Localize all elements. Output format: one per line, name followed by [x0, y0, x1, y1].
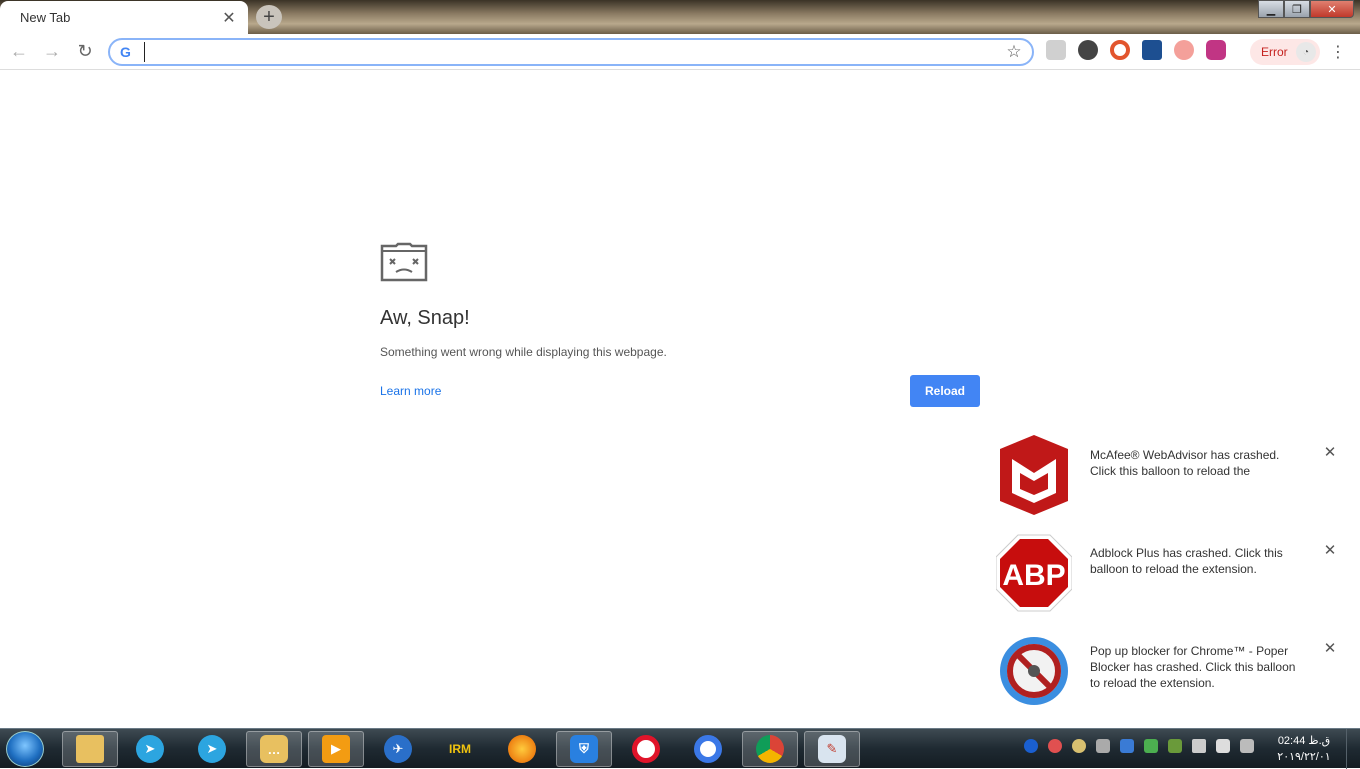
reload-page-button[interactable]: ↻: [71, 38, 99, 66]
tab-title: New Tab: [20, 10, 71, 25]
google-icon: G: [120, 44, 131, 60]
start-button[interactable]: [6, 731, 44, 767]
profile-error-button[interactable]: Error ◔: [1250, 39, 1320, 65]
mcafee-balloon-text: McAfee® WebAdvisor has crashed. Click th…: [1090, 448, 1280, 478]
tray-security-icon[interactable]: [1048, 739, 1062, 753]
mcafee-close-icon[interactable]: ✕: [1320, 443, 1340, 463]
clock-date: ۲۰۱۹/۲۲/۰۱: [1277, 751, 1331, 763]
firefox-taskbar-icon[interactable]: [494, 731, 550, 767]
tray-shield-icon[interactable]: [1024, 739, 1038, 753]
crashed-extension-icon[interactable]: [1174, 40, 1194, 60]
irm-music-taskbar-icon[interactable]: IRM: [432, 731, 488, 767]
irm-label: IRM: [449, 742, 471, 756]
back-button[interactable]: ←: [5, 38, 33, 66]
popup-blocker-close-icon[interactable]: ✕: [1320, 639, 1340, 659]
network-icon[interactable]: [1240, 739, 1254, 753]
browser-toolbar: ← → ↻ G ☆ Error ◔ ⋮: [0, 34, 1360, 70]
address-input[interactable]: [144, 42, 1002, 62]
location-extension-icon[interactable]: [1078, 40, 1098, 60]
telegram-desktop-taskbar-icon[interactable]: ➤: [184, 731, 240, 767]
avatar-icon: ◔: [1296, 42, 1316, 62]
mcafee-crash-balloon[interactable]: McAfee® WebAdvisor has crashed. Click th…: [990, 435, 1360, 531]
minimize-button[interactable]: ▁: [1258, 0, 1284, 18]
action-center-flag-icon[interactable]: [1216, 739, 1230, 753]
learn-more-link[interactable]: Learn more: [380, 384, 441, 398]
abp-balloon-text: Adblock Plus has crashed. Click this bal…: [1090, 546, 1283, 576]
reload-button[interactable]: Reload: [910, 375, 980, 407]
abp-icon-label: ABP: [1002, 559, 1065, 592]
chrome-menu-icon[interactable]: ⋮: [1328, 40, 1348, 64]
close-window-button[interactable]: ✕: [1310, 0, 1354, 18]
tray-app-icon[interactable]: [1144, 739, 1158, 753]
tab-close-icon[interactable]: ✕: [216, 5, 242, 31]
red-circle-extension-icon[interactable]: [1110, 40, 1130, 60]
popup-blocker-icon: [1000, 637, 1068, 705]
abp-close-icon[interactable]: ✕: [1320, 541, 1340, 561]
taskbar: ➤ ➤ … ▶ ✈ IRM ⛨ ✎ 02:44 ق.ظ ۲۰۱۹/۲۲/۰۱: [0, 728, 1360, 769]
forward-button[interactable]: →: [38, 38, 66, 66]
title-bar: New Tab ✕ + ▁ ❐ ✕: [0, 0, 1360, 34]
extensions-area: [1046, 40, 1238, 60]
clock-time: 02:44 ق.ظ: [1277, 735, 1331, 747]
bookmark-star-icon[interactable]: ☆: [1002, 40, 1026, 64]
popup-blocker-balloon-text: Pop up blocker for Chrome™ - Poper Block…: [1090, 644, 1296, 690]
volume-icon[interactable]: [1192, 739, 1206, 753]
omnibox[interactable]: G ☆: [108, 38, 1034, 66]
taskbar-clock[interactable]: 02:44 ق.ظ ۲۰۱۹/۲۲/۰۱: [1272, 733, 1336, 765]
media-player-taskbar-icon[interactable]: ▶: [308, 731, 364, 767]
file-explorer-taskbar-icon[interactable]: [62, 731, 118, 767]
tray-network-shield-icon[interactable]: [1120, 739, 1134, 753]
show-desktop-button[interactable]: [1346, 729, 1360, 769]
shield-browser-taskbar-icon[interactable]: ⛨: [556, 731, 612, 767]
error-message: Something went wrong while displaying th…: [380, 345, 667, 359]
system-tray: [1024, 739, 1264, 753]
chrome-taskbar-icon[interactable]: [742, 731, 798, 767]
tray-drive-icon[interactable]: [1096, 739, 1110, 753]
opera-taskbar-icon[interactable]: [618, 731, 674, 767]
window-controls: ▁ ❐ ✕: [1258, 0, 1354, 18]
popup-blocker-crash-balloon[interactable]: Pop up blocker for Chrome™ - Poper Block…: [990, 631, 1360, 727]
bird-app-taskbar-icon[interactable]: ✈: [370, 731, 426, 767]
download-extension-icon[interactable]: [1142, 40, 1162, 60]
camera-extension-icon[interactable]: [1046, 40, 1066, 60]
error-title: Aw, Snap!: [380, 307, 470, 329]
tray-disc-icon[interactable]: [1072, 739, 1086, 753]
chromium-taskbar-icon[interactable]: [680, 731, 736, 767]
profile-error-label: Error: [1261, 45, 1288, 59]
paint-taskbar-icon[interactable]: ✎: [804, 731, 860, 767]
mcafee-icon: [1000, 435, 1068, 515]
chat-app-taskbar-icon[interactable]: …: [246, 731, 302, 767]
telegram-taskbar-icon[interactable]: ➤: [122, 731, 178, 767]
tray-battery-icon[interactable]: [1168, 739, 1182, 753]
maximize-button[interactable]: ❐: [1284, 0, 1310, 18]
tab-new-tab[interactable]: New Tab ✕: [0, 1, 248, 34]
abp-icon: ABP: [996, 534, 1072, 612]
abp-crash-balloon[interactable]: ABP Adblock Plus has crashed. Click this…: [990, 533, 1360, 629]
new-tab-button[interactable]: +: [256, 5, 282, 29]
sad-tab-icon: [380, 242, 428, 282]
instagram-extension-icon[interactable]: [1206, 40, 1226, 60]
